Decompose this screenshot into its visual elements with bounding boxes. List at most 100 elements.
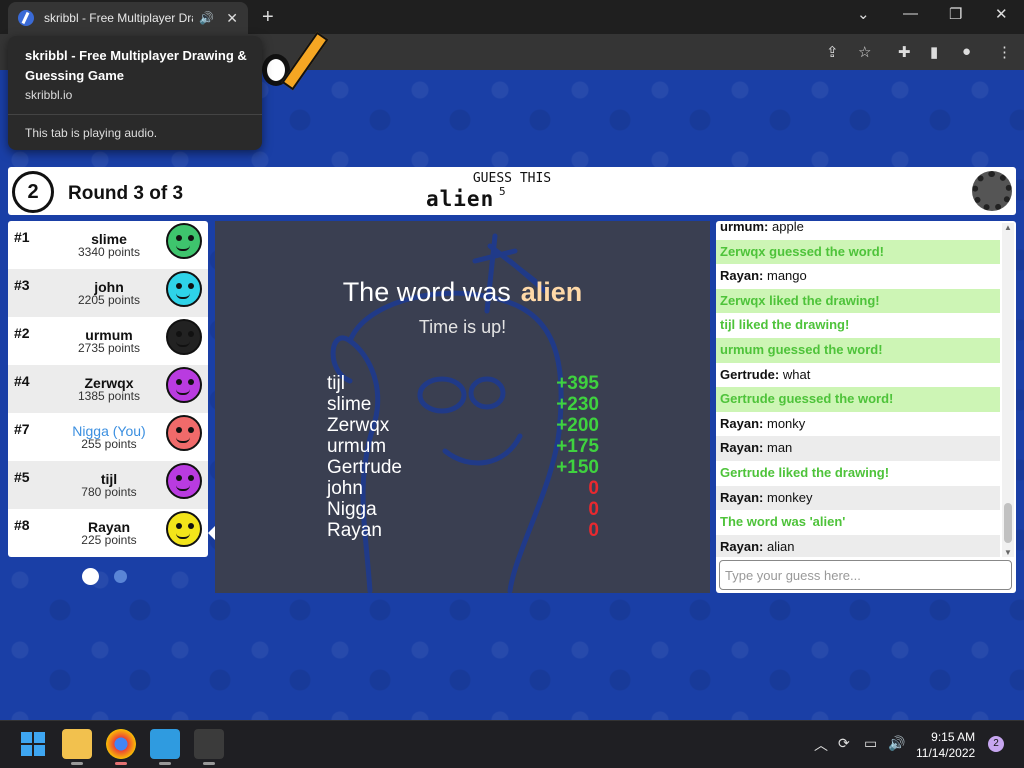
avatar: [164, 463, 204, 507]
avatar: [164, 271, 204, 315]
player-points: 2205 points: [77, 293, 141, 307]
chat-text: alian: [766, 538, 795, 554]
score-gain: 0: [588, 520, 599, 541]
chat-text: Zerwqx guessed the word!: [720, 243, 884, 259]
pagination-dots: [82, 568, 142, 586]
player-row[interactable]: #2 urmum 2735 points: [8, 317, 208, 365]
time-up-text: Time is up!: [418, 317, 507, 337]
score-player-name: slime: [327, 394, 372, 415]
menu-icon[interactable]: ⋮: [997, 43, 1012, 61]
chat-text: man: [766, 440, 793, 456]
guess-input[interactable]: [719, 560, 1012, 590]
tooltip-audio-note: This tab is playing audio.: [25, 126, 158, 140]
page-dot[interactable]: [114, 570, 127, 584]
star-icon[interactable]: ☆: [858, 43, 871, 61]
player-points: 255 points: [81, 437, 137, 451]
chat-text: monky: [766, 415, 806, 431]
player-row[interactable]: #1 slime 3340 points: [8, 221, 208, 269]
guess-word: alien: [426, 187, 495, 211]
tooltip-title: skribbl - Free Multiplayer Drawing & Gue…: [25, 48, 247, 83]
score-player-name: tijl: [327, 373, 345, 394]
share-icon[interactable]: ⇪: [826, 43, 839, 61]
player-rank: #1: [14, 229, 30, 245]
chat-messages[interactable]: urmum: apple Zerwqx guessed the word! Raya…: [716, 221, 1000, 557]
chat-text: The word was 'alien': [720, 514, 846, 530]
score-player-name: Rayan: [327, 520, 382, 541]
chat-text: apple: [772, 221, 804, 234]
tab-search-icon[interactable]: ⌄: [857, 5, 870, 23]
chat-message: tijl liked the drawing!: [716, 313, 1000, 338]
score-row: Gertrude +150: [327, 457, 599, 478]
settings-gear-icon[interactable]: [972, 171, 1012, 211]
chrome-icon[interactable]: [106, 729, 136, 765]
sidebar-icon[interactable]: ▮: [930, 43, 938, 61]
file-explorer-icon[interactable]: [62, 729, 92, 765]
round-indicator: Round 3 of 3: [68, 183, 184, 204]
profile-icon[interactable]: ●: [962, 43, 971, 60]
taskbar-clock[interactable]: 9:15 AM 11/14/2022: [916, 729, 975, 761]
browser-tab[interactable]: skribbl - Free Multiplayer Dra 🔊 ✕: [8, 2, 248, 34]
score-row: slime +230: [327, 394, 599, 415]
audio-icon[interactable]: 🔊: [199, 11, 214, 25]
start-icon[interactable]: [18, 729, 48, 759]
score-gain: 0: [588, 478, 599, 499]
chat-scrollbar[interactable]: ▲ ▼: [1002, 223, 1014, 557]
chat-author: Gertrude:: [720, 366, 780, 382]
chat-message: Rayan: alian: [716, 534, 1000, 557]
player-row[interactable]: #7 Nigga (You) 255 points: [8, 413, 208, 461]
chat-author: Rayan:: [720, 538, 764, 554]
player-row[interactable]: #5 tijl 780 points: [8, 461, 208, 509]
chat-message: Gertrude guessed the word!: [716, 387, 1000, 412]
score-gain: +395: [556, 373, 599, 394]
restore-icon[interactable]: ❐: [949, 5, 962, 23]
sync-icon[interactable]: ⟳: [838, 735, 850, 752]
windows-taskbar: ︿ ⟳ ▭ 🔊 9:15 AM 11/14/2022 2: [0, 720, 1024, 768]
guess-label: GUESS THIS: [472, 171, 552, 186]
scroll-thumb[interactable]: [1004, 503, 1012, 543]
notepad-icon[interactable]: [150, 729, 180, 765]
player-row[interactable]: #3 john 2205 points: [8, 269, 208, 317]
word-reveal: The word was alien: [215, 277, 710, 308]
volume-icon[interactable]: 🔊: [888, 735, 905, 752]
chat-text: tijl liked the drawing!: [720, 317, 850, 333]
page-dot-active[interactable]: [82, 568, 99, 586]
chat-text: what: [782, 366, 811, 382]
close-icon[interactable]: ✕: [226, 10, 238, 27]
chat-message: Zerwqx liked the drawing!: [716, 288, 1000, 314]
chat-text: urmum guessed the word!: [720, 341, 883, 357]
score-gain: +175: [556, 436, 599, 457]
chat-message: The word was 'alien': [716, 510, 1000, 535]
chat-message: Rayan: mango: [716, 264, 1000, 289]
chevron-up-icon[interactable]: ︿: [814, 735, 828, 755]
word-length: 5: [499, 185, 506, 198]
scroll-down-icon[interactable]: ▼: [1004, 548, 1012, 557]
tooltip-divider: [8, 114, 262, 115]
drawing-canvas[interactable]: The word was alien Time is up! tijl +395 sl…: [215, 221, 710, 593]
chat-author: Rayan:: [720, 415, 764, 431]
notification-badge[interactable]: 2: [988, 736, 1004, 752]
score-gain: 0: [588, 499, 599, 520]
player-points: 780 points: [81, 485, 137, 499]
chat-text: Gertrude liked the drawing!: [720, 464, 890, 480]
minimize-icon[interactable]: —: [903, 5, 918, 22]
chat-message: urmum: apple: [716, 221, 1000, 240]
player-points: 2735 points: [77, 341, 141, 355]
player-row[interactable]: #4 Zerwqx 1385 points: [8, 365, 208, 413]
extensions-icon[interactable]: ✚: [898, 43, 911, 61]
new-tab-icon[interactable]: +: [262, 6, 274, 29]
network-icon[interactable]: ▭: [864, 735, 877, 752]
player-points: 3340 points: [77, 245, 141, 259]
window-close-icon[interactable]: ✕: [995, 5, 1008, 23]
score-row: Rayan 0: [327, 520, 599, 541]
chat-text: monkey: [766, 489, 813, 505]
score-player-name: Gertrude: [327, 457, 402, 478]
score-row: Nigga 0: [327, 499, 599, 520]
chat-author: urmum:: [720, 221, 769, 234]
tab-hover-tooltip: skribbl - Free Multiplayer Drawing & Gue…: [8, 36, 262, 150]
game-app-icon[interactable]: [194, 729, 224, 765]
scroll-up-icon[interactable]: ▲: [1004, 223, 1012, 232]
chat-message: Gertrude: what: [716, 363, 1000, 388]
chat-author: Rayan:: [720, 489, 764, 505]
player-row[interactable]: #8 Rayan 225 points: [8, 509, 208, 557]
chat-message: Rayan: monky: [716, 412, 1000, 437]
